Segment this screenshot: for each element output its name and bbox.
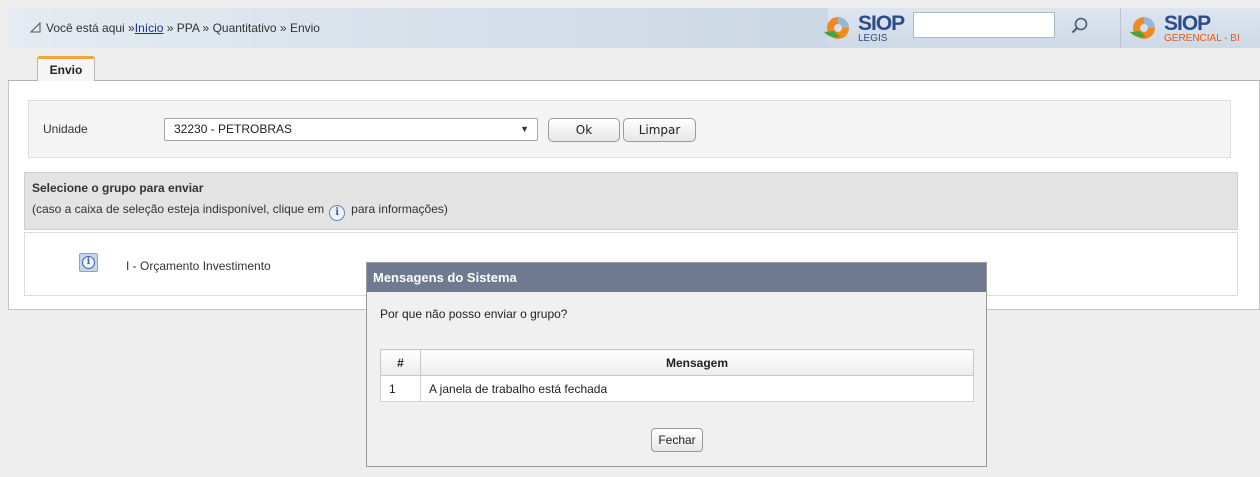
divider	[1120, 8, 1121, 48]
breadcrumb-home-link[interactable]: Início	[135, 21, 164, 35]
search-icon[interactable]	[1068, 15, 1092, 37]
group-item-label: I - Orçamento Investimento	[126, 259, 271, 273]
logo-title: SIOP	[1164, 11, 1211, 35]
search-input[interactable]	[913, 12, 1055, 38]
breadcrumb-rest: » PPA » Quantitativo » Envio	[163, 21, 320, 35]
top-bar: Você está aqui »Início » PPA » Quantitat…	[8, 8, 1260, 48]
table-header-row: # Mensagem	[380, 349, 974, 376]
breadcrumb-prefix: Você está aqui »	[46, 21, 135, 35]
limpar-button[interactable]: Limpar	[623, 118, 696, 142]
unidade-select[interactable]: 32230 - PETROBRAS ▼	[164, 118, 538, 141]
tab-bar-line	[8, 80, 1260, 81]
fechar-button[interactable]: Fechar	[651, 428, 703, 452]
group-note-before: (caso a caixa de seleção esteja indispon…	[32, 202, 325, 216]
group-note: (caso a caixa de seleção esteja indispon…	[32, 202, 448, 221]
info-icon[interactable]: i	[329, 205, 346, 221]
dropdown-arrow-icon: ▼	[520, 124, 529, 134]
info-icon[interactable]: i	[79, 253, 98, 272]
column-header-message: Mensagem	[420, 349, 974, 376]
row-number: 1	[380, 375, 421, 402]
group-title: Selecione o grupo para enviar	[32, 181, 204, 195]
logo-subtitle: LEGIS	[858, 32, 888, 44]
system-messages-dialog: Mensagens do Sistema Por que não posso e…	[366, 262, 987, 467]
ok-button[interactable]: Ok	[548, 118, 620, 142]
logo-title: SIOP	[858, 11, 905, 35]
triangle-icon	[30, 22, 41, 33]
logo-subtitle: GERENCIAL - BI	[1164, 32, 1240, 44]
unidade-selected-value: 32230 - PETROBRAS	[174, 122, 293, 136]
siop-legis-logo[interactable]: SIOP LEGIS	[820, 11, 905, 45]
unidade-label: Unidade	[43, 122, 88, 136]
breadcrumb: Você está aqui »Início » PPA » Quantitat…	[30, 21, 320, 35]
siop-mark-icon	[1130, 17, 1155, 39]
dialog-question: Por que não posso enviar o grupo?	[380, 307, 568, 321]
table-row: 1 A janela de trabalho está fechada	[380, 375, 974, 402]
group-header-box	[24, 172, 1238, 230]
row-message: A janela de trabalho está fechada	[420, 375, 974, 402]
siop-mark-icon	[824, 17, 849, 39]
messages-table: # Mensagem 1 A janela de trabalho está f…	[380, 349, 974, 402]
column-header-number: #	[380, 349, 421, 376]
dialog-title: Mensagens do Sistema	[367, 263, 986, 292]
group-note-after: para informações)	[351, 202, 448, 216]
tab-envio[interactable]: Envio	[37, 56, 95, 81]
siop-gerencial-logo[interactable]: SIOP GERENCIAL - BI	[1126, 11, 1240, 45]
